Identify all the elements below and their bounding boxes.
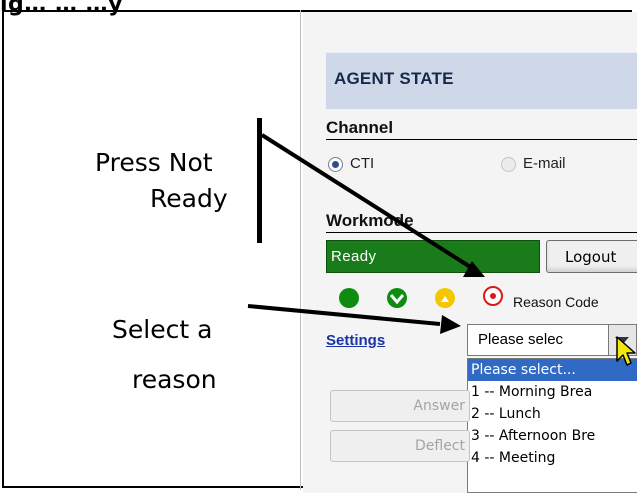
select-reason-arrow-line — [247, 304, 441, 326]
select-reason-arrowhead — [440, 315, 461, 334]
not-ready-arrow-line — [260, 133, 474, 270]
annotation-arrows — [247, 133, 485, 334]
